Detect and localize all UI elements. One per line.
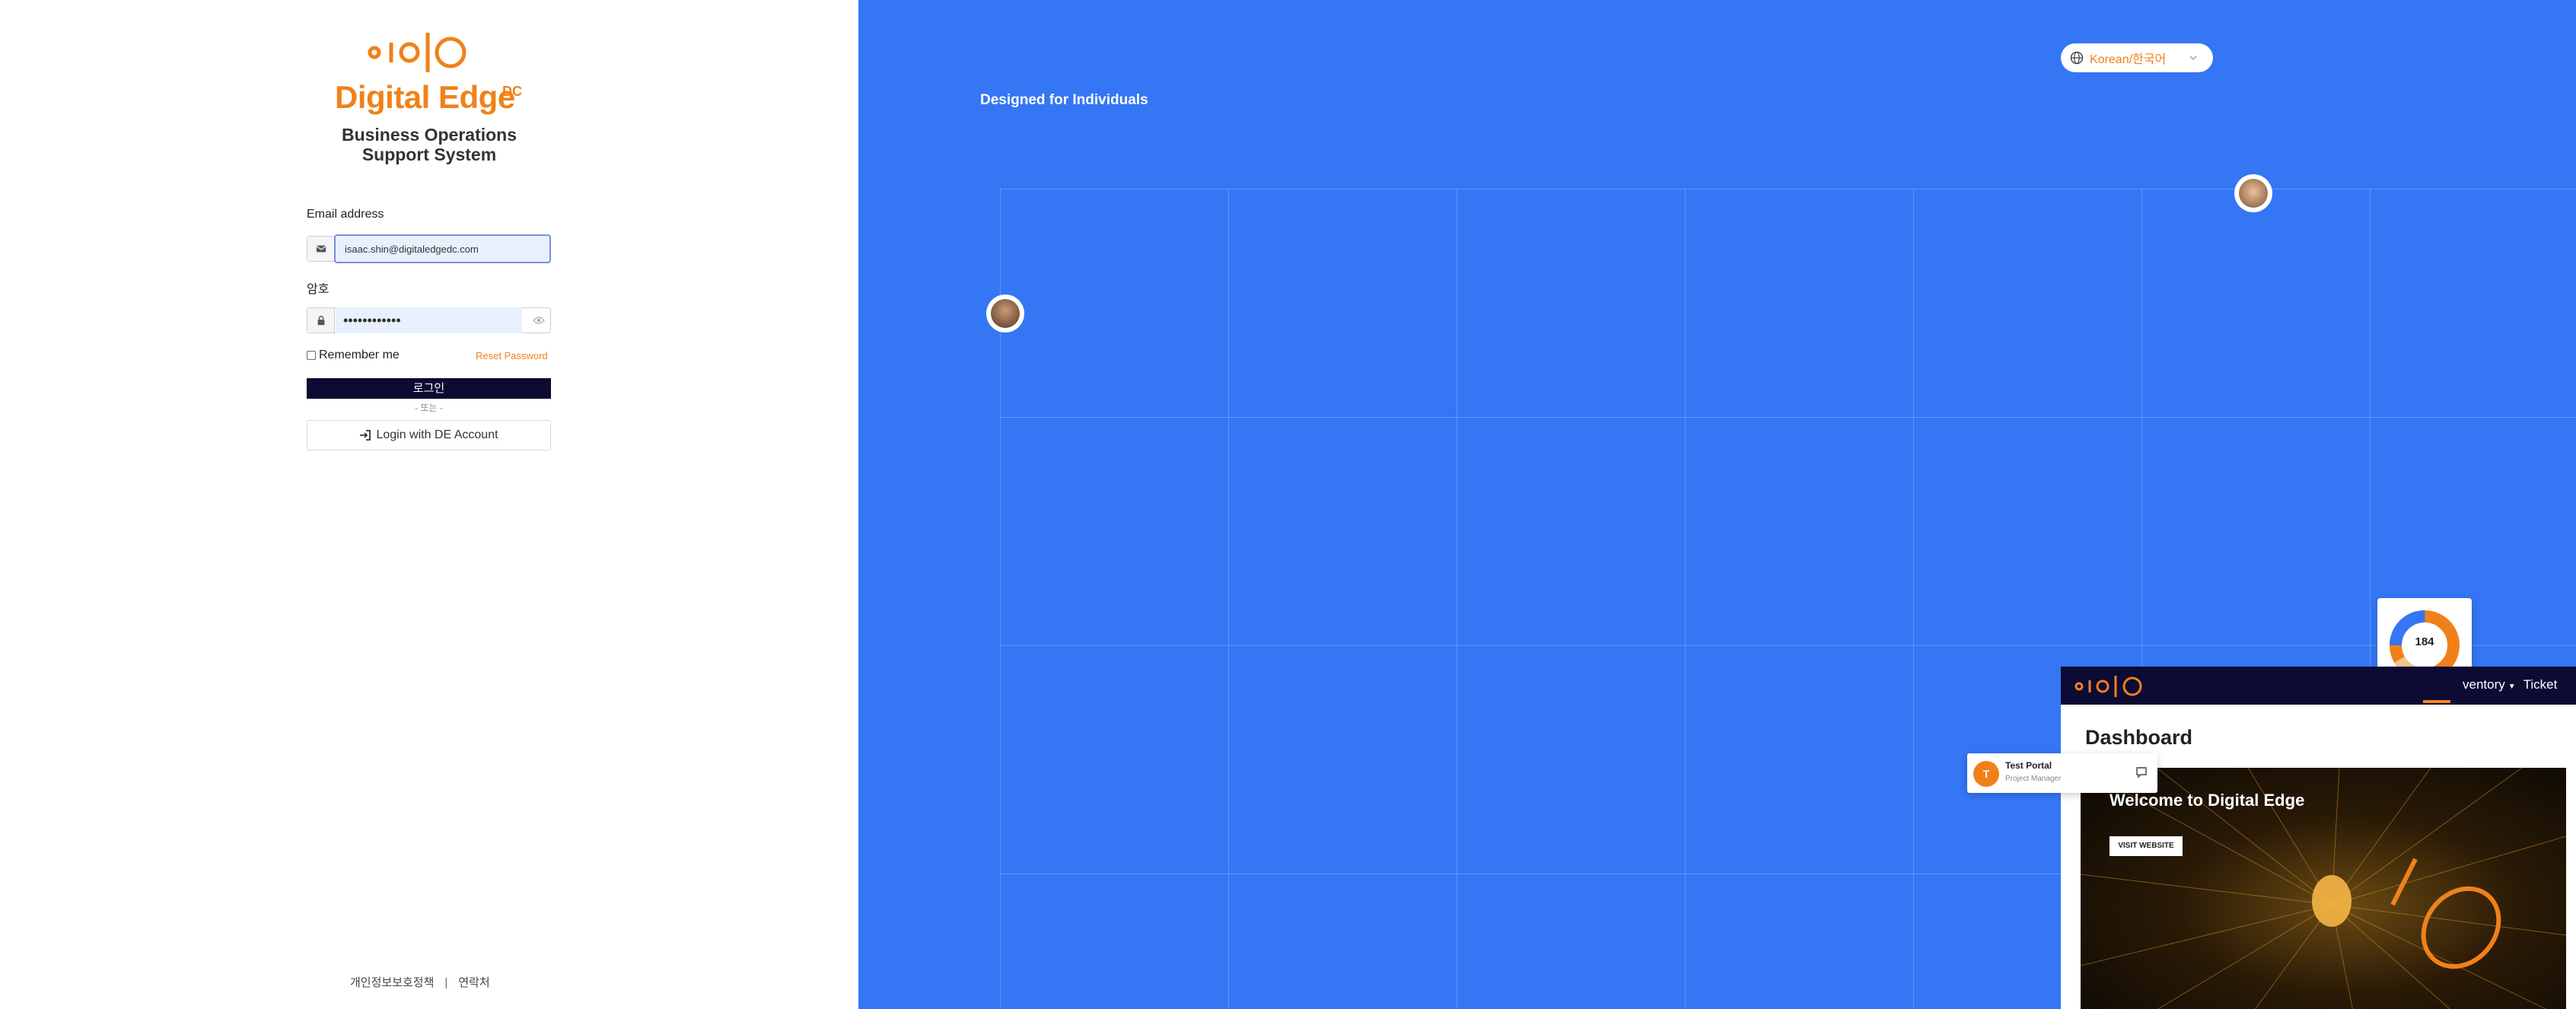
notification-role: Project Manager [2005,775,2062,783]
digital-edge-logo-icon [368,33,466,72]
avatar-photo [991,299,1020,328]
privacy-policy-link[interactable]: 개인정보보호정책 [350,976,434,989]
active-nav-indicator [2423,700,2450,703]
reset-password-link[interactable]: Reset Password [476,350,548,361]
language-selector[interactable]: Korean/한국어 [2061,43,2213,72]
showcase-panel: Designed for Individuals Korean/한국어 184 [858,0,2576,1009]
email-input[interactable] [334,234,551,263]
app-logo-icon [2074,676,2142,697]
notification-name: Test Portal [2005,760,2052,771]
language-label: Korean/한국어 [2090,53,2167,66]
password-label: 암호 [307,283,330,296]
login-panel: Digital Edge DC Business Operations Supp… [0,0,858,1009]
or-divider: - 또는 - [415,403,443,413]
de-account-login-label: Login with DE Account [376,428,498,441]
login-button[interactable]: 로그인 [307,378,551,399]
nav-item-inventory[interactable]: ventory [2463,677,2505,692]
globe-icon [2070,51,2084,65]
welcome-banner: Welcome to Digital Edge VISIT WEBSITE [2081,768,2566,1009]
showcase-tagline: Designed for Individuals [980,92,1148,108]
envelope-icon [307,237,335,261]
visit-website-button[interactable]: VISIT WEBSITE [2110,836,2183,856]
user-initial-avatar: T [1973,761,1999,787]
user-avatar-female [2234,174,2272,212]
contact-link[interactable]: 연락처 [458,976,489,989]
app-nav: ventory ▼ Ticket [2463,677,2557,692]
show-password-eye-icon[interactable] [530,312,548,329]
remember-me[interactable]: Remember me [307,349,400,362]
nav-item-ticket[interactable]: Ticket [2523,677,2558,692]
email-label: Email address [307,208,384,221]
lock-icon [307,308,335,333]
footer-links: 개인정보보호정책 | 연락처 [350,974,490,990]
sign-in-icon [360,430,371,441]
brand-suffix: DC [502,84,522,99]
brand-name: Digital Edge [335,79,515,115]
de-account-login-button[interactable]: Login with DE Account [307,420,551,450]
app-preview: ventory ▼ Ticket Dashboard Welcome to Digi… [2061,667,2576,1009]
user-notification-card: T Test Portal Project Manager [1967,753,2157,793]
banner-title: Welcome to Digital Edge [2110,791,2305,810]
chat-bubble-icon[interactable] [2135,766,2148,779]
user-avatar-male [986,294,1024,333]
system-subtitle: Business Operations Support System [341,125,517,164]
footer-separator: | [444,976,448,989]
chevron-down-icon [2189,56,2197,60]
donut-total: 184 [2415,635,2434,648]
avatar-photo [2239,179,2268,208]
app-topbar: ventory ▼ Ticket [2061,667,2576,705]
remember-me-label: Remember me [319,349,400,361]
password-input[interactable] [336,307,522,333]
remember-me-checkbox[interactable] [307,351,316,360]
dashboard-title: Dashboard [2085,726,2193,749]
caret-down-icon: ▼ [2508,683,2516,691]
